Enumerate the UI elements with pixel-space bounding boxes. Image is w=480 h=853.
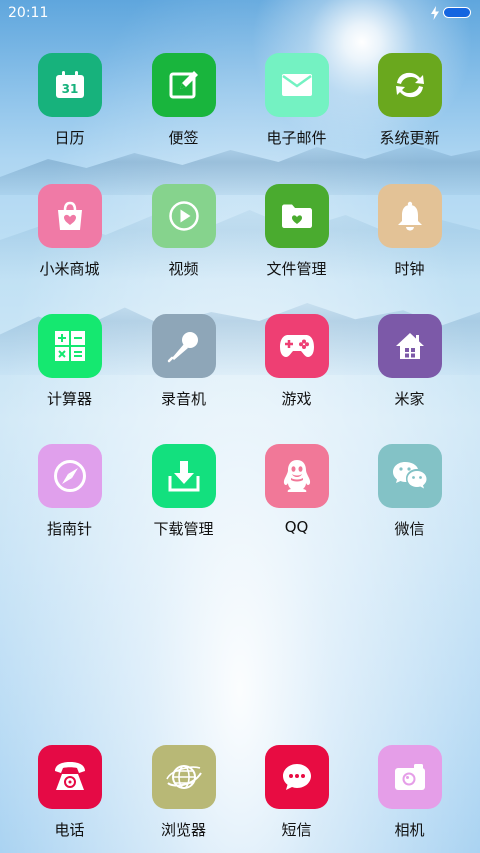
app-icon [264,53,329,117]
app-mi-store[interactable]: 小米商城 [13,184,126,279]
app-icon [377,184,442,248]
refresh-icon [395,72,424,98]
app-video[interactable]: 视频 [127,184,240,279]
app-icon [151,184,216,248]
app-icon [264,745,329,809]
dock-app-browser[interactable]: 浏览器 [127,745,240,840]
globe-icon [165,765,202,789]
bell-icon [397,201,422,231]
calendar-icon: 31 [55,71,84,98]
calendar-day-number: 31 [61,82,78,96]
mail-icon [281,74,312,96]
app-recorder[interactable]: 录音机 [127,314,240,409]
app-email[interactable]: 电子邮件 [240,53,353,148]
microphone-icon [167,332,198,363]
app-icon [151,314,216,378]
app-icon [264,444,329,508]
compass-icon [53,460,86,492]
app-icon [264,184,329,248]
app-icon: 31 [37,53,102,117]
app-label: 游戏 [281,390,312,408]
shopping-bag-icon [57,201,82,230]
app-icon [377,444,442,508]
app-label: 日历 [54,129,85,147]
battery-icon [443,7,471,18]
app-calendar[interactable]: 31 日历 [13,53,126,148]
gamepad-icon [279,335,314,357]
app-label: 文件管理 [266,260,327,278]
app-label: 时钟 [394,260,425,278]
note-edit-icon [169,71,198,99]
app-label: 小米商城 [39,260,100,278]
folder-icon [281,204,312,228]
download-icon [168,461,199,492]
app-file-manager[interactable]: 文件管理 [240,184,353,279]
app-notes[interactable]: 便签 [127,53,240,148]
app-icon [37,444,102,508]
app-wechat[interactable]: 微信 [353,444,466,539]
app-label: 下载管理 [153,520,214,538]
app-label: 微信 [394,520,425,538]
app-label: 便签 [168,129,199,147]
app-icon [377,745,442,809]
app-label: 视频 [168,260,199,278]
app-label: 短信 [281,821,312,839]
app-clock[interactable]: 时钟 [353,184,466,279]
dock-app-phone[interactable]: 电话 [13,745,126,840]
penguin-icon [283,460,310,492]
app-games[interactable]: 游戏 [240,314,353,409]
camera-icon [394,764,425,790]
app-label: 米家 [394,390,425,408]
app-icon [37,184,102,248]
app-icon [151,53,216,117]
app-icon [37,314,102,378]
dock-app-messages[interactable]: 短信 [240,745,353,840]
app-icon [151,745,216,809]
app-label: 浏览器 [160,821,206,839]
app-label: QQ [284,518,309,536]
app-mi-home[interactable]: 米家 [353,314,466,409]
app-system-update[interactable]: 系统更新 [353,53,466,148]
app-download-manager[interactable]: 下载管理 [127,444,240,539]
play-icon [168,201,199,231]
message-icon [282,764,311,790]
app-icon [151,444,216,508]
chat-bubbles-icon [392,462,426,489]
app-label: 指南针 [46,520,92,538]
app-icon [264,314,329,378]
app-label: 电子邮件 [266,129,327,147]
app-icon [377,53,442,117]
app-label: 电话 [54,821,85,839]
calculator-icon [54,331,85,361]
app-icon [377,314,442,378]
app-label: 计算器 [46,390,92,408]
home-icon [395,333,424,359]
status-bar: 20:11 [0,0,480,28]
app-calculator[interactable]: 计算器 [13,314,126,409]
app-label: 系统更新 [379,129,440,147]
charging-bolt-icon [431,6,439,20]
phone-icon [54,762,85,790]
app-label: 相机 [394,821,425,839]
dock-app-camera[interactable]: 相机 [353,745,466,840]
status-time: 20:11 [8,5,49,21]
app-label: 录音机 [160,390,206,408]
app-compass[interactable]: 指南针 [13,444,126,539]
app-qq[interactable]: QQ [240,444,353,536]
app-icon [37,745,102,809]
